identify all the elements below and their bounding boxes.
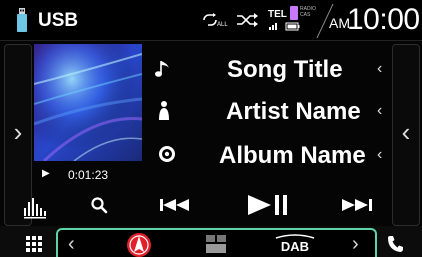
dab-label: DAB: [281, 239, 309, 254]
loop-all-icon: ALL: [203, 13, 228, 27]
svg-text:ALL: ALL: [217, 22, 228, 27]
next-page-chevron-icon[interactable]: ›: [352, 233, 359, 256]
album-disc-icon: [159, 146, 175, 162]
album-artwork[interactable]: [34, 44, 142, 161]
tel-label: TEL: [268, 9, 287, 20]
play-state-icon: ▶: [42, 168, 50, 179]
artist-name: Artist Name: [226, 98, 361, 125]
song-title: Song Title: [227, 56, 343, 83]
music-note-icon: [155, 61, 169, 77]
play-pause-icon[interactable]: [244, 188, 294, 222]
player-screen: USB ALL TEL RADIO CAS AM 10:00 › ‹ Song …: [0, 0, 422, 257]
elapsed-time: 0:01:23: [68, 168, 109, 182]
phone-indicator-icon: [290, 6, 298, 20]
next-track-icon[interactable]: [340, 188, 376, 222]
chevron-left-icon[interactable]: ‹: [377, 146, 382, 164]
home-menu-icon[interactable]: [26, 236, 42, 252]
chevron-left-icon: ›: [13, 117, 23, 147]
prev-page-chevron-icon[interactable]: ‹: [68, 233, 75, 256]
clock: 10:00: [347, 3, 420, 36]
shuffle-icon: [237, 13, 258, 27]
screen-mirror-icon[interactable]: [205, 234, 227, 254]
chevron-left-icon: ‹: [401, 117, 411, 147]
search-icon[interactable]: [88, 188, 110, 222]
equalizer-icon[interactable]: [22, 188, 48, 222]
phone-icon[interactable]: [386, 234, 406, 254]
navigation-icon[interactable]: [125, 230, 153, 257]
chevron-left-icon[interactable]: ‹: [377, 60, 382, 78]
status-divider: [0, 40, 422, 41]
previous-track-icon[interactable]: [158, 188, 192, 222]
album-name: Album Name: [219, 142, 366, 169]
usb-icon: [17, 8, 27, 32]
source-title[interactable]: USB: [38, 10, 78, 32]
chevron-left-icon[interactable]: ‹: [377, 102, 382, 120]
dab-icon[interactable]: DAB: [274, 234, 316, 254]
right-panel-button[interactable]: ‹: [392, 44, 420, 226]
phone-signal-icon: [269, 22, 300, 31]
artist-icon: [159, 101, 169, 120]
